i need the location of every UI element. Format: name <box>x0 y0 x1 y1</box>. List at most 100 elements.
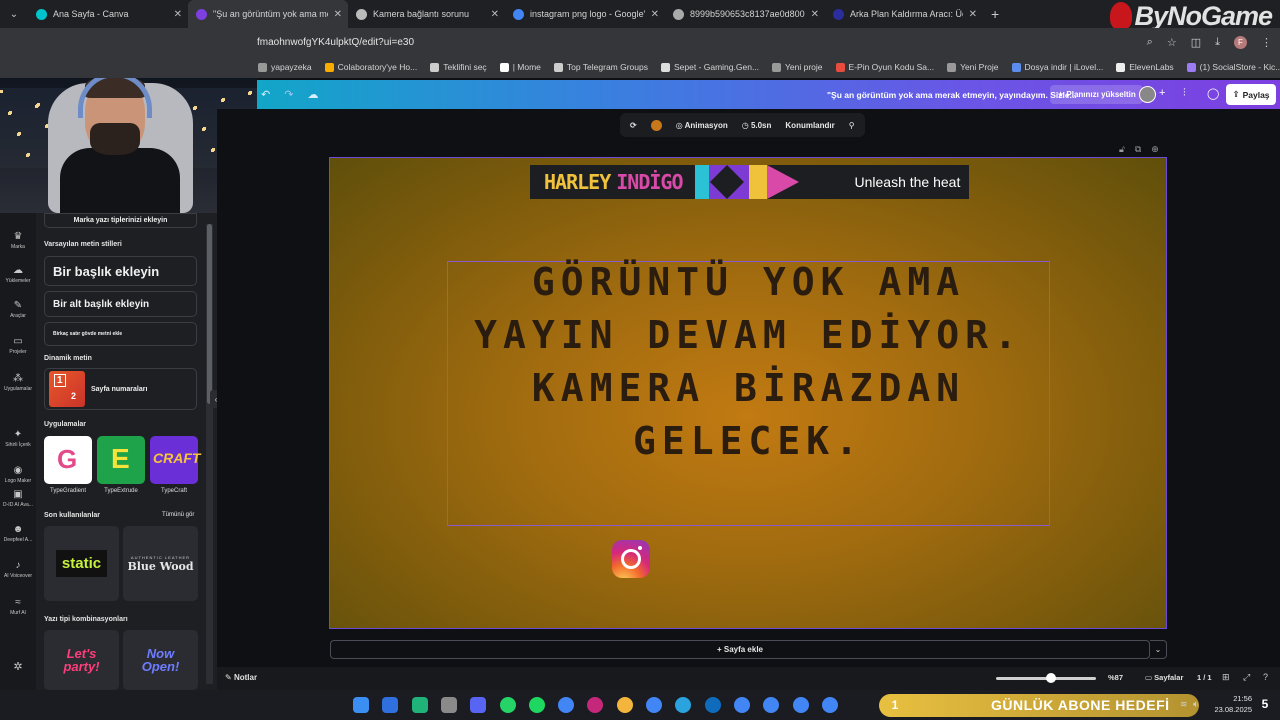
brand-fonts-button[interactable]: Marka yazı tiplerinizi ekleyin <box>44 213 197 228</box>
rail-item[interactable]: ⁂ Uygulamalar <box>0 373 36 392</box>
close-tab-icon[interactable]: ✕ <box>969 9 977 20</box>
tab-2[interactable]: "Şu an görüntüm yok ama merak ✕ <box>188 0 348 28</box>
chrome-icon[interactable] <box>733 697 750 713</box>
spotify-icon[interactable] <box>528 697 545 713</box>
lock-icon[interactable]: 🔓︎ <box>1119 144 1125 155</box>
page-numbers-button[interactable]: 1 2 Sayfa numaraları <box>44 368 197 410</box>
volume-icon[interactable]: 🔉︎ <box>1193 699 1199 710</box>
zoom-slider-handle[interactable] <box>1046 673 1056 683</box>
color-swatch[interactable] <box>650 119 662 131</box>
rail-item[interactable]: ☁ Yüklemeler <box>0 265 36 284</box>
chrome-icon[interactable] <box>821 697 838 713</box>
duration-button[interactable]: ◷ 5.0sn <box>742 121 772 130</box>
copy-style-icon[interactable]: ⚲ <box>849 121 855 130</box>
bookmark-item[interactable]: yapayzeka <box>258 62 312 72</box>
notes-button[interactable]: ✎ Notlar <box>225 673 257 682</box>
close-tab-icon[interactable]: ✕ <box>174 9 182 20</box>
rail-item[interactable]: ♪ AI Voiceover <box>0 560 36 579</box>
animate-button[interactable]: ◎ Animasyon <box>676 121 728 130</box>
bookmark-item[interactable]: (1) SocialStore - Kic... <box>1186 62 1280 72</box>
rail-item[interactable]: ◉ Logo Maker <box>0 465 36 484</box>
duplicate-page-icon[interactable]: ⧉ <box>1135 144 1141 155</box>
add-collaborator-icon[interactable]: + <box>1159 87 1165 99</box>
notification-badge[interactable]: 5 <box>1257 697 1273 713</box>
upgrade-button[interactable]: ★ Planınızı yükseltin <box>1050 85 1143 104</box>
security-icon[interactable] <box>382 697 399 713</box>
rail-item[interactable]: ☻ Deepfeel A... <box>0 524 36 543</box>
rotate-icon[interactable]: ⟳ <box>630 121 637 130</box>
typeextrude-app[interactable]: E <box>97 436 145 484</box>
rail-item[interactable]: ♛ Marka <box>0 231 36 250</box>
bookmark-item[interactable]: Yeni proje <box>772 62 823 72</box>
banner-graphic[interactable]: HARLEY INDİGO Unleash the heat <box>530 165 969 199</box>
analytics-icon[interactable]: ⫶ <box>1183 87 1186 100</box>
typegradient-app[interactable]: G <box>44 436 92 484</box>
folder-icon[interactable] <box>616 697 633 713</box>
url-field[interactable]: fmaohnwofgYK4ulpktQ/edit?ui=e30 <box>257 37 414 48</box>
whatsapp-icon[interactable] <box>499 697 516 713</box>
combo-now-open[interactable]: Now Open! <box>123 630 198 690</box>
tab-1[interactable]: Ana Sayfa - Canva ✕ <box>28 0 188 28</box>
add-page-button[interactable]: + Sayfa ekle <box>330 640 1150 659</box>
chrome-icon[interactable] <box>558 697 575 713</box>
bookmark-item[interactable]: | Mome <box>499 62 541 72</box>
app-icon[interactable] <box>411 697 428 713</box>
bookmark-item[interactable]: E-Pin Oyun Kodu Sa... <box>835 62 934 72</box>
tab-6[interactable]: Arka Plan Kaldırma Aracı: Ücretsi ✕ <box>825 0 983 28</box>
tab-3[interactable]: Kamera bağlantı sorunu ✕ <box>348 0 505 28</box>
comment-icon[interactable]: ◯ <box>1207 87 1219 100</box>
bookmark-item[interactable]: Sepet - Gaming.Gen... <box>660 62 759 72</box>
discord-icon[interactable] <box>470 697 487 713</box>
add-body-text-button[interactable]: Birkaç satır gövde metni ekle <box>44 322 197 346</box>
position-button[interactable]: Konumlandır <box>785 121 834 130</box>
system-clock[interactable]: 21:56 23.08.2025 <box>1208 693 1252 715</box>
windows-start-icon[interactable] <box>353 697 369 713</box>
zoom-icon[interactable]: ⌕ <box>1147 36 1153 49</box>
main-text-block[interactable]: GÖRÜNTÜ YOK AMA YAYIN DEVAM EDİYOR. KAME… <box>447 256 1050 468</box>
rail-item[interactable]: ▣ D-ID AI Ava... <box>0 489 36 508</box>
telegram-icon[interactable] <box>675 697 692 713</box>
bookmark-item[interactable]: Colaboratory'ye Ho... <box>324 62 417 72</box>
bookmark-item[interactable]: Top Telegram Groups <box>553 62 648 72</box>
fullscreen-icon[interactable]: ⤢ <box>1243 672 1250 683</box>
bookmark-item[interactable]: Yeni Proje <box>947 62 999 72</box>
app-icon[interactable] <box>440 697 457 713</box>
rail-item[interactable]: ✎ Araçlar <box>0 300 36 319</box>
close-tab-icon[interactable]: ✕ <box>334 9 342 20</box>
recent-font-blue-wood[interactable]: AUTHENTIC LEATHER Blue Wood <box>123 526 198 601</box>
instagram-logo-icon[interactable] <box>612 540 650 578</box>
recent-font-static[interactable]: static <box>44 526 119 601</box>
panel-scroll-thumb[interactable] <box>207 224 212 404</box>
undo-icon[interactable]: ↶ <box>261 88 270 101</box>
close-tab-icon[interactable]: ✕ <box>811 9 819 20</box>
see-all-link[interactable]: Tümünü gör <box>162 512 194 518</box>
cloud-saved-icon[interactable]: ☁ <box>307 88 318 101</box>
app-icon[interactable] <box>587 697 604 713</box>
bookmark-item[interactable]: Teklifini seç <box>430 62 487 72</box>
tab-4[interactable]: instagram png logo - Google'da ✕ <box>505 0 665 28</box>
combo-lets-party[interactable]: Let's party! <box>44 630 119 690</box>
magic-assistant-icon[interactable]: ✲ <box>0 660 36 673</box>
close-tab-icon[interactable]: ✕ <box>491 9 499 20</box>
tab-5[interactable]: 8999b590653c8137ae0d80053 ✕ <box>665 0 825 28</box>
add-heading-button[interactable]: Bir başlık ekleyin <box>44 256 197 286</box>
document-title[interactable]: "Şu an görüntüm yok ama merak etmeyin, y… <box>827 90 1077 100</box>
add-page-dropdown-icon[interactable]: ⌄ <box>1150 640 1167 659</box>
chrome-icon[interactable] <box>646 697 662 713</box>
add-page-icon[interactable]: ⊕ <box>1151 144 1159 155</box>
bookmark-item[interactable]: Dosya indir | iLovel... <box>1011 62 1103 72</box>
grid-view-icon[interactable]: ⊞ <box>1222 672 1230 683</box>
profile-avatar[interactable]: F <box>1234 35 1247 49</box>
share-button[interactable]: ⇪ Paylaş <box>1226 84 1276 105</box>
panel-scrollbar[interactable] <box>206 224 213 684</box>
chrome-icon[interactable] <box>792 697 809 713</box>
tab-search-icon[interactable]: ⌄ <box>0 0 28 28</box>
rail-item[interactable]: ✦ Sihirli İçerik <box>0 429 36 448</box>
extensions-icon[interactable]: ◫ <box>1191 36 1201 49</box>
typecraft-app[interactable]: CRAFT <box>150 436 200 484</box>
download-icon[interactable]: ⤓ <box>1215 36 1220 49</box>
network-icon[interactable]: ≋ <box>1180 699 1188 710</box>
pages-button[interactable]: ▭ Sayfalar <box>1145 673 1183 682</box>
new-tab-icon[interactable]: + <box>991 6 999 22</box>
chrome-icon[interactable] <box>763 697 780 713</box>
